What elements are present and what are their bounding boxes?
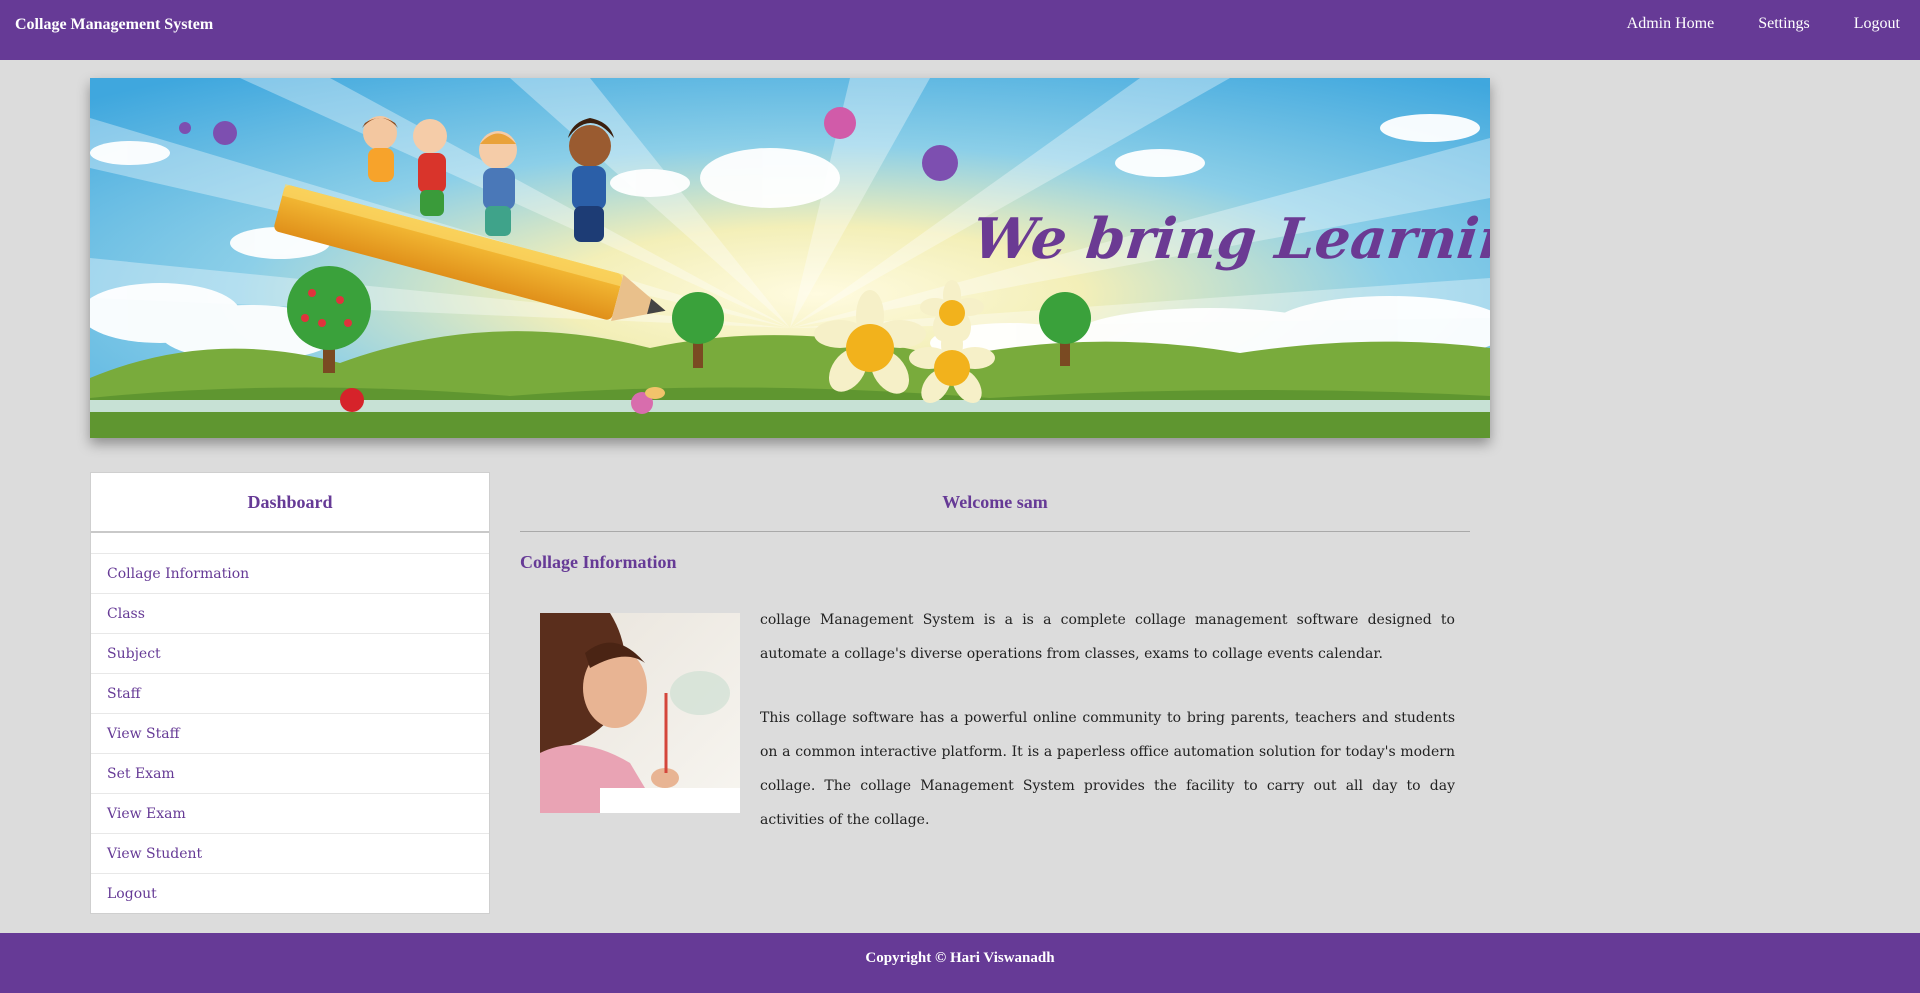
sidebar-item-class[interactable]: Class bbox=[91, 594, 489, 634]
nav-logout-link[interactable]: Logout bbox=[1854, 15, 1900, 33]
banner-tagline: We bring Learning to Life bbox=[970, 206, 1490, 272]
sidebar-menu: Collage Information Class Subject Staff … bbox=[91, 553, 489, 914]
collage-info-block: collage Management System is a is a comp… bbox=[520, 603, 1470, 843]
top-navbar: Collage Management System Admin Home Set… bbox=[0, 0, 1920, 60]
nav-admin-home-link[interactable]: Admin Home bbox=[1627, 15, 1715, 33]
main-content: Welcome sam Collage Information collage … bbox=[520, 472, 1470, 843]
footer: Copyright © Hari Viswanadh bbox=[0, 933, 1920, 993]
welcome-heading: Welcome sam bbox=[520, 472, 1470, 532]
dashboard-sidebar: Dashboard Collage Information Class Subj… bbox=[90, 472, 490, 914]
sidebar-item-collage-information[interactable]: Collage Information bbox=[91, 554, 489, 594]
description-paragraph: collage Management System is a is a comp… bbox=[760, 612, 1455, 662]
brand-title[interactable]: Collage Management System bbox=[15, 16, 213, 34]
description-paragraph: This collage software has a powerful onl… bbox=[760, 710, 1455, 828]
sidebar-item-view-exam[interactable]: View Exam bbox=[91, 794, 489, 834]
section-title: Collage Information bbox=[520, 552, 677, 572]
student-writing-photo bbox=[540, 613, 740, 813]
sidebar-item-set-exam[interactable]: Set Exam bbox=[91, 754, 489, 794]
top-nav: Admin Home Settings Logout bbox=[1627, 15, 1900, 33]
sidebar-item-view-student[interactable]: View Student bbox=[91, 834, 489, 874]
sidebar-item-subject[interactable]: Subject bbox=[91, 634, 489, 674]
banner-illustration: We bring Learning to Life bbox=[90, 78, 1490, 438]
copyright-text: Copyright © Hari Viswanadh bbox=[865, 950, 1055, 966]
sidebar-item-view-staff[interactable]: View Staff bbox=[91, 714, 489, 754]
collage-description: collage Management System is a is a comp… bbox=[760, 603, 1455, 837]
sidebar-item-staff[interactable]: Staff bbox=[91, 674, 489, 714]
sidebar-title: Dashboard bbox=[91, 473, 489, 533]
sidebar-item-logout[interactable]: Logout bbox=[91, 874, 489, 914]
hero-banner: We bring Learning to Life bbox=[90, 78, 1490, 438]
nav-settings-link[interactable]: Settings bbox=[1758, 15, 1810, 33]
